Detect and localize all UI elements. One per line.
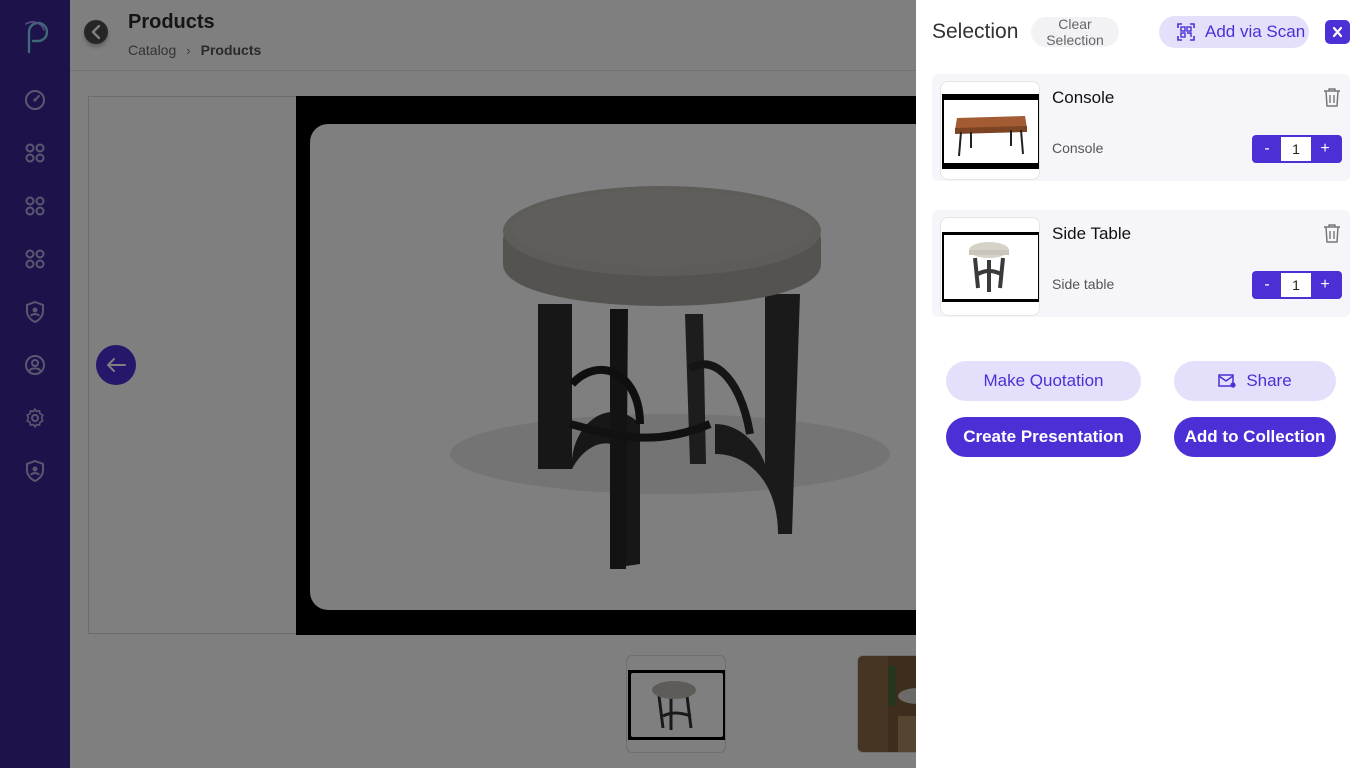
item-name: Side Table <box>1052 224 1132 243</box>
make-quotation-button[interactable]: Make Quotation <box>946 361 1141 401</box>
modal-backdrop[interactable] <box>0 0 916 768</box>
trash-icon[interactable] <box>1323 87 1341 107</box>
trash-icon[interactable] <box>1323 223 1341 243</box>
create-presentation-button[interactable]: Create Presentation <box>946 417 1141 457</box>
make-quotation-label: Make Quotation <box>983 371 1104 390</box>
create-presentation-label: Create Presentation <box>963 427 1124 446</box>
quantity-increment-button[interactable]: + <box>1311 135 1339 163</box>
item-thumbnail <box>940 217 1040 316</box>
share-label: Share <box>1246 371 1292 390</box>
item-subtitle: Side table <box>1052 276 1115 292</box>
add-to-collection-button[interactable]: Add to Collection <box>1174 417 1336 457</box>
clear-selection-label: Clear Selection <box>1046 16 1104 48</box>
selection-item: Side Table Side table - + <box>932 210 1350 317</box>
item-subtitle: Console <box>1052 140 1104 156</box>
close-icon <box>1332 26 1343 38</box>
share-button[interactable]: Share <box>1174 361 1336 401</box>
quantity-decrement-button[interactable]: - <box>1253 271 1281 299</box>
quantity-input[interactable] <box>1281 137 1311 161</box>
quantity-input[interactable] <box>1281 273 1311 297</box>
item-name: Console <box>1052 88 1115 107</box>
panel-title: Selection <box>932 20 1019 43</box>
quantity-stepper: - + <box>1252 271 1342 299</box>
close-panel-button[interactable] <box>1325 20 1350 44</box>
quantity-decrement-button[interactable]: - <box>1253 135 1281 163</box>
selection-panel: Selection Clear Selection Add via Scan C… <box>916 0 1366 768</box>
clear-selection-button[interactable]: Clear Selection <box>1031 16 1119 48</box>
add-via-scan-label: Add via Scan <box>1205 22 1306 41</box>
item-thumbnail <box>940 81 1040 180</box>
quantity-increment-button[interactable]: + <box>1311 271 1339 299</box>
qr-scan-icon <box>1177 23 1195 41</box>
selection-item: Console Console - + <box>932 74 1350 181</box>
quantity-stepper: - + <box>1252 135 1342 163</box>
add-to-collection-label: Add to Collection <box>1184 427 1326 446</box>
share-mail-icon <box>1218 374 1236 388</box>
add-via-scan-button[interactable]: Add via Scan <box>1159 16 1309 48</box>
